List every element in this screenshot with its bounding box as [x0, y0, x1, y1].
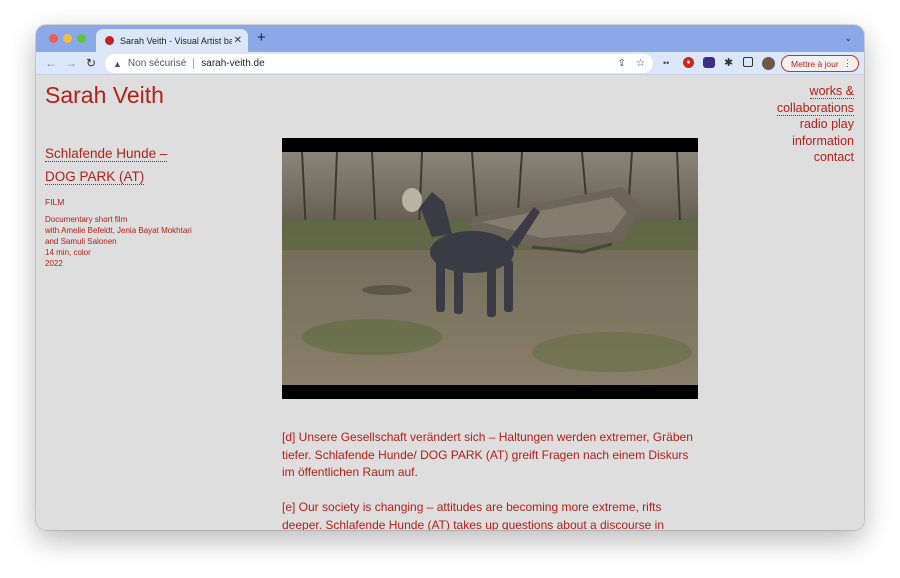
site-nav: works & collaborations radio play inform…	[776, 83, 854, 166]
address-bar-actions: ⇪ ☆	[618, 58, 645, 69]
tab-title: Sarah Veith - Visual Artist based	[120, 35, 232, 46]
maximize-window-button[interactable]	[77, 34, 86, 43]
work-detail-line: Documentary short film	[45, 215, 128, 224]
extension-dots-icon[interactable]: ••	[663, 57, 669, 70]
update-button-label: Mettre à jour	[791, 58, 839, 69]
browser-window: Sarah Veith - Visual Artist based ✕ + ⌄ …	[36, 25, 864, 530]
description-english: [e] Our society is changing – attitudes …	[282, 500, 665, 530]
work-category: FILM	[45, 197, 65, 207]
web-page: Sarah Veith works & collaborations radio…	[36, 76, 864, 530]
work-title[interactable]: Schlafende Hunde – DOG PARK (AT)	[45, 142, 168, 188]
profile-avatar[interactable]	[762, 57, 775, 70]
more-menu-icon[interactable]: ⋮	[843, 58, 852, 69]
description-german: [d] Unsere Gesellschaft verändert sich –…	[282, 430, 693, 479]
extensions-puzzle-icon[interactable]: ✱	[724, 57, 733, 70]
warning-icon[interactable]: ▲	[113, 59, 122, 69]
browser-toolbar: ← → ↻ ▲ Non sécurisé sarah-veith.de ⇪ ☆ …	[36, 52, 864, 75]
back-arrow-icon[interactable]: ←	[45, 55, 57, 71]
nav-item-collaborations[interactable]: collaborations	[776, 100, 854, 117]
address-separator	[193, 58, 195, 69]
nav-item-contact[interactable]: contact	[777, 149, 854, 166]
site-title[interactable]: Sarah Veith	[45, 82, 164, 109]
tab-close-icon[interactable]: ✕	[234, 35, 242, 46]
reload-icon[interactable]: ↻	[86, 55, 96, 71]
work-detail-line: 14 min, color	[45, 248, 91, 257]
video-player[interactable]	[282, 138, 698, 399]
favicon-icon	[105, 36, 114, 45]
update-button[interactable]: Mettre à jour ⋮	[781, 55, 859, 72]
address-bar[interactable]: ▲ Non sécurisé sarah-veith.de ⇪ ☆	[105, 54, 653, 73]
video-frame-dog-in-park	[282, 152, 698, 385]
security-label[interactable]: Non sécurisé	[128, 58, 186, 69]
side-panel-icon[interactable]	[743, 57, 753, 67]
new-tab-button[interactable]: +	[257, 30, 266, 46]
work-detail-line: 2022	[45, 259, 63, 268]
adblock-extension-icon[interactable]: ●	[683, 57, 694, 68]
tab-search-icon[interactable]: ⌄	[844, 33, 852, 44]
close-window-button[interactable]	[49, 34, 58, 43]
work-detail-line: and Samuli Salonen	[45, 237, 117, 246]
tab-strip: Sarah Veith - Visual Artist based ✕ + ⌄	[36, 25, 864, 52]
bookmark-star-icon[interactable]: ☆	[636, 58, 645, 69]
browser-tab-active[interactable]: Sarah Veith - Visual Artist based ✕	[96, 29, 248, 52]
nav-item-works[interactable]: works &	[777, 83, 854, 100]
work-details: Documentary short film with Amelie Befel…	[45, 214, 192, 269]
nav-item-radio-play[interactable]: radio play	[777, 116, 854, 133]
extension-badge-icon[interactable]	[703, 57, 715, 68]
forward-arrow-icon[interactable]: →	[65, 55, 77, 71]
minimize-window-button[interactable]	[63, 34, 72, 43]
url-text[interactable]: sarah-veith.de	[201, 58, 264, 69]
share-icon[interactable]: ⇪	[618, 58, 626, 69]
nav-item-information[interactable]: information	[777, 133, 854, 150]
work-detail-line: with Amelie Befeldt, Jenia Bayat Mokhtar…	[45, 226, 192, 235]
